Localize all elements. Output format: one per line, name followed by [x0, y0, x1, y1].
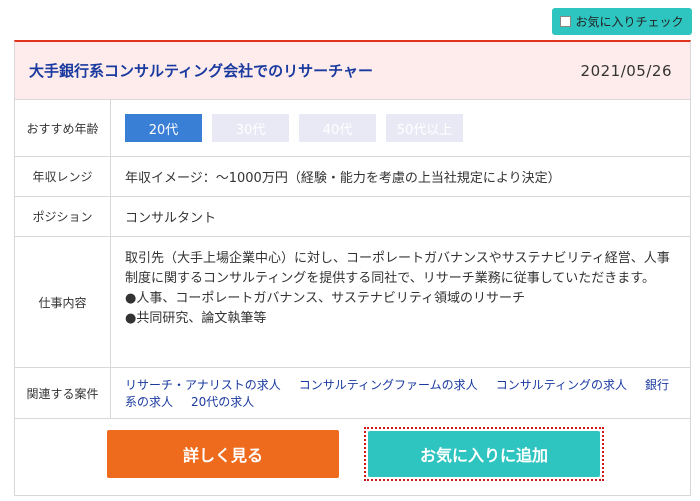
- job-card-header: 大手銀行系コンサルティング会社でのリサーチャー 2021/05/26: [15, 42, 690, 100]
- description-bullet: ●人事、コーポレートガバナンス、サステナビリティ領域のリサーチ: [125, 291, 526, 306]
- card-actions: 詳しく見る お気に入りに追加: [15, 419, 690, 495]
- related-links: リサーチ・アナリストの求人 コンサルティングファームの求人 コンサルティングの求人銀…: [111, 368, 690, 418]
- row-salary-range: 年収レンジ 年収イメージ：〜1000万円（経験・能力を考慮の上当社規定により決定…: [15, 157, 690, 197]
- row-label-age: おすすめ年齢: [15, 100, 111, 156]
- view-details-button[interactable]: 詳しく見る: [107, 430, 339, 478]
- row-position: ポジション コンサルタント: [15, 197, 690, 237]
- age-tag-40s: 40代: [299, 114, 376, 142]
- salary-value: 年収イメージ：〜1000万円（経験・能力を考慮の上当社規定により決定）: [125, 171, 561, 186]
- related-link-consulting[interactable]: コンサルティングの求人: [496, 378, 627, 392]
- add-favorite-button[interactable]: お気に入りに追加: [368, 431, 600, 477]
- row-label-description: 仕事内容: [15, 237, 111, 367]
- age-tags: 20代 30代 40代 50代以上: [125, 114, 463, 142]
- checkbox-icon[interactable]: [560, 16, 572, 27]
- row-job-description: 仕事内容 取引先（大手上場企業中心）に対し、コーポレートガバナンスやサステナビリ…: [15, 237, 690, 368]
- age-tag-20s: 20代: [125, 114, 202, 142]
- job-title[interactable]: 大手銀行系コンサルティング会社でのリサーチャー: [29, 60, 373, 81]
- age-tag-50s-plus: 50代以上: [386, 114, 463, 142]
- description-text: 取引先（大手上場企業中心）に対し、コーポレートガバナンスやサステナビリティ経営、…: [125, 251, 670, 286]
- row-label-salary: 年収レンジ: [15, 157, 111, 196]
- row-related-jobs: 関連する案件 リサーチ・アナリストの求人 コンサルティングファームの求人 コンサルテ…: [15, 368, 690, 419]
- description-value: 取引先（大手上場企業中心）に対し、コーポレートガバナンスやサステナビリティ経営、…: [111, 237, 690, 367]
- add-favorite-focus-ring: お気に入りに追加: [364, 427, 604, 481]
- row-label-related: 関連する案件: [15, 368, 111, 418]
- position-value: コンサルタント: [125, 211, 217, 226]
- related-link-research-analyst[interactable]: リサーチ・アナリストの求人: [125, 378, 281, 392]
- description-bullet: ●共同研究、論文執筆等: [125, 311, 267, 326]
- related-link-20s[interactable]: 20代の求人: [191, 395, 254, 409]
- favorite-check-button[interactable]: お気に入りチェック: [552, 8, 692, 35]
- row-recommended-age: おすすめ年齢 20代 30代 40代 50代以上: [15, 100, 690, 157]
- job-card: 大手銀行系コンサルティング会社でのリサーチャー 2021/05/26 おすすめ年…: [14, 40, 691, 496]
- job-date: 2021/05/26: [580, 61, 672, 80]
- related-link-consulting-firm[interactable]: コンサルティングファームの求人: [299, 378, 478, 392]
- favorite-check-label: お気に入りチェック: [575, 15, 684, 29]
- row-label-position: ポジション: [15, 197, 111, 236]
- age-tag-30s: 30代: [212, 114, 289, 142]
